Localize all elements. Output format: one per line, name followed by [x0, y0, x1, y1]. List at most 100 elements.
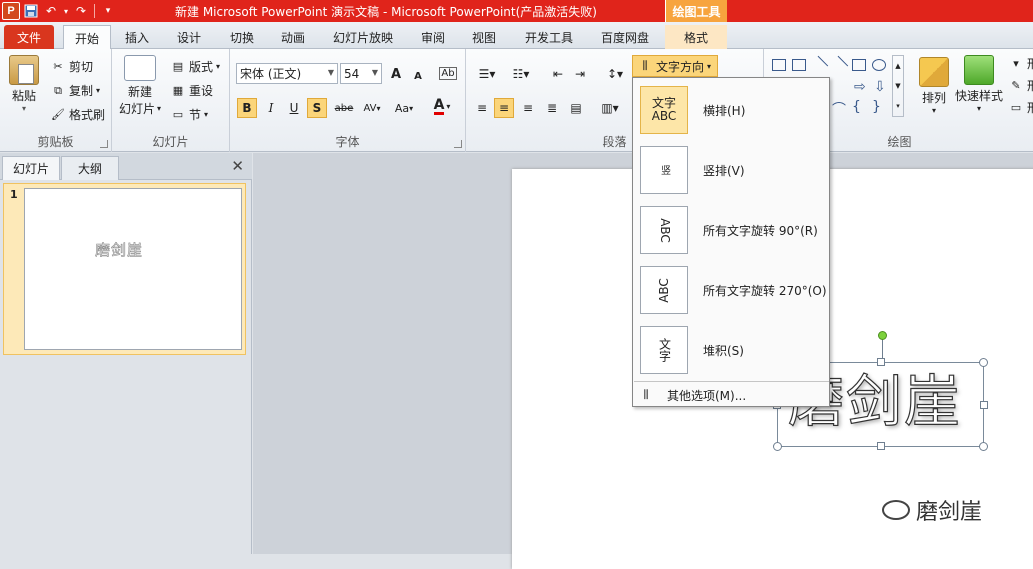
align-right-icon: ≡: [522, 101, 534, 115]
watermark: 磨剑崖: [882, 494, 982, 526]
undo-dropdown-icon[interactable]: ▾: [62, 2, 70, 20]
oval-shape-icon[interactable]: [872, 59, 886, 71]
copy-button[interactable]: ⧉ 复制 ▾: [50, 82, 100, 99]
quick-access-toolbar: P ↶ ▾ ↷ ▾: [0, 0, 117, 22]
tab-insert[interactable]: 插入: [115, 25, 159, 49]
resize-handle-right[interactable]: [980, 401, 988, 409]
undo-icon[interactable]: ↶: [42, 2, 60, 20]
layout-icon: ▤: [172, 60, 184, 73]
font-color-button[interactable]: A ▾: [428, 96, 456, 116]
new-slide-button[interactable]: 新建 幻灯片 ▾: [118, 55, 162, 117]
paste-label: 粘贴: [11, 89, 36, 103]
slide-thumbnail[interactable]: 磨剑崖: [24, 188, 242, 350]
rotate-handle[interactable]: [878, 331, 887, 340]
arrange-button[interactable]: 排列 ▾: [914, 57, 954, 115]
tab-animations[interactable]: 动画: [273, 25, 313, 49]
menu-item-vertical[interactable]: 竖 竖排(V): [634, 140, 829, 200]
tab-outline-panel[interactable]: 大纲: [61, 156, 119, 180]
tab-format[interactable]: 格式: [665, 25, 727, 49]
text-shadow-button[interactable]: S: [307, 98, 327, 118]
justify-button[interactable]: ≣: [542, 98, 562, 118]
format-painter-button[interactable]: 🖌 格式刷: [50, 106, 105, 123]
distributed-button[interactable]: ▤: [566, 98, 586, 118]
text-direction-button[interactable]: ⫼ 文字方向 ▾: [632, 55, 718, 77]
resize-handle-top-right[interactable]: [979, 358, 988, 367]
tab-transitions[interactable]: 切换: [222, 25, 262, 49]
down-arrow-shape-icon[interactable]: ⇩: [874, 79, 888, 95]
arrow-line-shape-icon[interactable]: [829, 55, 849, 75]
resize-handle-bottom[interactable]: [877, 442, 885, 450]
shape-effects-button[interactable]: ▭ 形: [1008, 99, 1033, 116]
menu-item-rotate-90[interactable]: ABC 所有文字旋转 90°(R): [634, 200, 829, 260]
tab-slideshow[interactable]: 幻灯片放映: [324, 25, 402, 49]
tab-home[interactable]: 开始: [63, 25, 111, 50]
tab-file[interactable]: 文件: [4, 25, 54, 49]
tab-baidu-netdisk[interactable]: 百度网盘: [592, 25, 658, 49]
font-name-combobox[interactable]: 宋体 (正文) ▼: [236, 63, 338, 84]
redo-icon[interactable]: ↷: [72, 2, 90, 20]
clear-formatting-button[interactable]: Ab: [438, 63, 458, 83]
paste-button[interactable]: 粘贴 ▾: [6, 55, 42, 113]
grow-font-button[interactable]: A: [386, 64, 406, 84]
textbox-shape-icon[interactable]: [772, 59, 786, 71]
increase-indent-button[interactable]: ⇥: [570, 64, 590, 84]
bullets-button[interactable]: ☰▾: [472, 64, 502, 84]
tab-slides-panel[interactable]: 幻灯片: [2, 156, 60, 180]
resize-handle-top[interactable]: [877, 358, 885, 366]
paste-dropdown-icon[interactable]: ▾: [22, 104, 26, 113]
character-spacing-button[interactable]: AV ▾: [358, 98, 386, 118]
align-left-button[interactable]: ≡: [472, 98, 492, 118]
align-right-button[interactable]: ≡: [518, 98, 538, 118]
quick-styles-button[interactable]: 快速样式 ▾: [954, 55, 1004, 113]
numbering-button[interactable]: ☷▾: [506, 64, 536, 84]
customize-qat-icon[interactable]: ▾: [99, 2, 117, 20]
copy-dropdown-icon[interactable]: ▾: [96, 86, 100, 95]
vertical-textbox-shape-icon[interactable]: [792, 59, 806, 71]
line-spacing-button[interactable]: ↕▾: [602, 64, 628, 84]
tab-view[interactable]: 视图: [464, 25, 504, 49]
bold-button[interactable]: B: [237, 98, 257, 118]
columns-button[interactable]: ▥▾: [596, 98, 624, 118]
clipboard-launcher-icon[interactable]: [100, 140, 108, 148]
rectangle-shape-icon[interactable]: [852, 59, 866, 71]
save-icon[interactable]: [22, 2, 40, 20]
section-button[interactable]: ▭ 节 ▾: [170, 106, 208, 123]
slide-thumbnail-item[interactable]: 1 磨剑崖: [3, 183, 246, 355]
right-brace-shape-icon[interactable]: }: [872, 99, 886, 115]
cut-button[interactable]: ✂ 剪切: [50, 58, 93, 75]
strikethrough-button[interactable]: abe: [332, 98, 356, 118]
tab-design[interactable]: 设计: [169, 25, 209, 49]
vertical-text-icon: 竖: [640, 146, 688, 194]
menu-item-stacked[interactable]: 文字 堆积(S): [634, 320, 829, 380]
new-slide-dropdown-icon[interactable]: ▾: [157, 104, 161, 113]
font-size-combobox[interactable]: 54 ▼: [340, 63, 382, 84]
layout-button[interactable]: ▤ 版式 ▾: [170, 58, 220, 75]
change-case-button[interactable]: Aa ▾: [390, 98, 418, 118]
underline-button[interactable]: U: [284, 98, 304, 118]
decrease-indent-button[interactable]: ⇤: [548, 64, 568, 84]
menu-item-horizontal[interactable]: 文字 ABC 横排(H): [634, 80, 829, 140]
menu-item-rotate-270[interactable]: ABC 所有文字旋转 270°(O): [634, 260, 829, 320]
resize-handle-bottom-left[interactable]: [773, 442, 782, 451]
shape-outline-button[interactable]: ✎ 形: [1008, 77, 1033, 94]
tab-developer[interactable]: 开发工具: [516, 25, 582, 49]
italic-button[interactable]: I: [261, 98, 281, 118]
shapes-gallery-scroll[interactable]: ▲ ▼ ▾: [892, 55, 904, 117]
menu-item-more-options[interactable]: ⫼ 其他选项(M)...: [634, 383, 829, 407]
left-brace-shape-icon[interactable]: {: [852, 99, 866, 115]
shrink-font-button[interactable]: A: [408, 66, 428, 86]
powerpoint-logo-icon[interactable]: P: [2, 2, 20, 20]
arc-shape-icon[interactable]: ⌒: [832, 99, 846, 118]
align-center-button[interactable]: ≡: [494, 98, 514, 118]
font-launcher-icon[interactable]: [454, 140, 462, 148]
quick-styles-label: 快速样式: [954, 89, 1003, 103]
close-icon[interactable]: ✕: [231, 157, 244, 175]
line-shape-icon[interactable]: [809, 55, 829, 75]
resize-handle-bottom-right[interactable]: [979, 442, 988, 451]
shape-fill-button[interactable]: ▾ 形: [1008, 55, 1033, 72]
reset-button[interactable]: ▦ 重设: [170, 82, 213, 99]
right-arrow-shape-icon[interactable]: ⇨: [854, 79, 868, 95]
arrange-dropdown-icon: ▾: [931, 106, 936, 115]
tab-review[interactable]: 审阅: [413, 25, 453, 49]
change-case-icon: Aa: [394, 101, 410, 115]
